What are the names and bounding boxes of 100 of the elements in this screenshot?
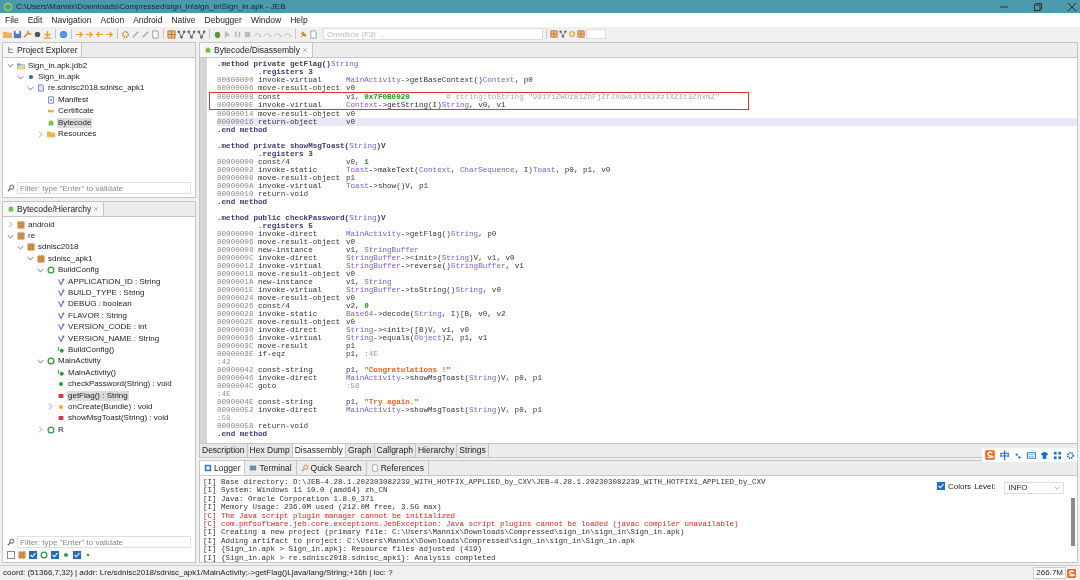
tree-item[interactable]: Bytecode xyxy=(57,117,93,128)
arrow-icon[interactable] xyxy=(85,29,94,39)
ime-logo-icon[interactable] xyxy=(984,449,996,461)
tab[interactable]: Strings xyxy=(457,444,489,457)
nodes-icon[interactable] xyxy=(187,29,196,39)
tree-item[interactable]: re.sdnisc2018.sdnisc_apk1 xyxy=(47,83,146,94)
menu-item[interactable]: Window xyxy=(250,14,282,26)
tab[interactable]: Hex Dump xyxy=(247,444,293,457)
tree-item[interactable]: Certificate xyxy=(57,106,95,117)
tab[interactable]: Graph xyxy=(345,444,375,457)
filter-field[interactable]: Filter: type "Enter" to validate xyxy=(17,536,191,548)
dot-icon[interactable] xyxy=(33,29,42,39)
tab[interactable]: Disassembly xyxy=(292,444,346,457)
chevron-icon[interactable] xyxy=(37,130,44,138)
tree-item[interactable]: Sign_in.apk xyxy=(37,72,81,83)
panel-tab[interactable]: Bytecode/Hierarchy xyxy=(3,202,105,216)
ime-logo-icon[interactable] xyxy=(1066,567,1077,579)
close-icon[interactable] xyxy=(1067,1,1077,12)
grid-icon[interactable] xyxy=(1053,450,1062,460)
chevron-icon[interactable] xyxy=(7,232,14,240)
pin-icon[interactable] xyxy=(299,29,308,39)
tree-item[interactable]: VERSION_CODE : int xyxy=(67,322,148,333)
restore-icon[interactable] xyxy=(1033,1,1043,12)
close-icon[interactable] xyxy=(302,47,308,53)
tree-item[interactable]: Sign_in.apk.jdb2 xyxy=(27,60,89,71)
play-icon[interactable] xyxy=(223,29,232,39)
menu-item[interactable]: Debugger xyxy=(204,14,242,26)
arrow-icon[interactable] xyxy=(75,29,84,39)
nodes-icon[interactable] xyxy=(177,29,186,39)
input-field[interactable] xyxy=(586,29,606,39)
checkbox[interactable] xyxy=(51,551,59,559)
gear-icon[interactable] xyxy=(568,30,576,38)
chevron-icon[interactable] xyxy=(37,357,44,365)
chevron-icon[interactable] xyxy=(17,243,24,251)
chevron-icon[interactable] xyxy=(47,403,54,411)
menu-item[interactable]: Navigation xyxy=(51,14,92,26)
menu-item[interactable]: Action xyxy=(100,14,125,26)
tab[interactable]: Logger xyxy=(200,461,246,475)
checkbox[interactable] xyxy=(937,482,945,490)
pause-icon[interactable] xyxy=(233,29,242,39)
chevron-icon[interactable] xyxy=(7,221,14,229)
nodes-icon[interactable] xyxy=(559,30,567,38)
tree-item[interactable]: VERSION_NAME : String xyxy=(67,333,161,344)
punctuation-icon[interactable] xyxy=(1014,450,1023,460)
chevron-icon[interactable] xyxy=(27,84,34,92)
editor-tab[interactable]: Bytecode/Disassembly xyxy=(200,43,313,57)
tree-item[interactable]: Resources xyxy=(57,129,98,140)
filter-field[interactable]: Filter: type "Enter" to validate xyxy=(17,182,191,194)
keyboard-icon[interactable] xyxy=(1027,450,1036,460)
tab[interactable]: Description xyxy=(200,444,248,457)
menu-item[interactable]: File xyxy=(5,14,19,26)
arrow-icon[interactable] xyxy=(95,29,104,39)
checkbox[interactable] xyxy=(73,551,81,559)
tree-item[interactable]: showMsgToast(String) : void xyxy=(67,413,170,424)
checkbox[interactable] xyxy=(7,551,15,559)
tab[interactable]: Hierarchy xyxy=(415,444,458,457)
tree-item[interactable]: R xyxy=(57,424,65,435)
tree-item[interactable]: MainActivity xyxy=(57,356,102,367)
document-icon[interactable] xyxy=(151,29,160,39)
chevron-icon[interactable] xyxy=(7,62,14,70)
shirt-icon[interactable] xyxy=(1040,450,1049,460)
menu-item[interactable]: Native xyxy=(171,14,196,26)
chevron-icon[interactable] xyxy=(37,426,44,434)
tree-item[interactable]: BuildConfig() xyxy=(67,345,116,355)
nodes-icon[interactable] xyxy=(197,29,206,39)
scrollbar[interactable] xyxy=(1071,498,1075,546)
tree-item[interactable]: BuildConfig xyxy=(57,265,100,276)
level-dropdown[interactable]: INFO xyxy=(1004,482,1065,494)
menu-item[interactable]: Help xyxy=(290,14,308,26)
gear-icon[interactable] xyxy=(121,29,130,39)
tree-item[interactable]: checkPassword(String) : void xyxy=(67,379,173,390)
tree-item[interactable]: BUILD_TYPE : String xyxy=(67,288,146,299)
stop-icon[interactable] xyxy=(243,29,252,39)
tree-item[interactable]: APPLICATION_ID : String xyxy=(67,276,162,287)
input-mode[interactable]: 中 xyxy=(1000,449,1010,461)
arrow-icon[interactable] xyxy=(105,29,114,39)
tree-item[interactable]: DEBUG : boolean xyxy=(67,299,133,310)
chevron-icon[interactable] xyxy=(27,255,34,263)
settings-icon[interactable] xyxy=(1066,450,1075,460)
tree-item[interactable]: re xyxy=(27,231,37,242)
menu-item[interactable]: Android xyxy=(133,14,163,26)
tree-item[interactable]: getFlag() : String xyxy=(67,390,129,401)
tree-item[interactable]: MainActivity() xyxy=(67,367,117,378)
checkbox[interactable] xyxy=(29,551,37,559)
document-icon[interactable] xyxy=(309,29,318,39)
save-icon[interactable] xyxy=(13,29,22,39)
tree-item[interactable]: sdnisc2018 xyxy=(37,242,80,253)
panel-tab[interactable]: Project Explorer xyxy=(3,43,83,57)
chevron-icon[interactable] xyxy=(37,266,44,274)
close-icon[interactable] xyxy=(93,206,100,212)
menu-item[interactable]: Edit xyxy=(27,14,43,26)
tree-item[interactable]: onCreate(Bundle) : void xyxy=(67,401,154,412)
tab[interactable]: Callgraph xyxy=(374,444,416,457)
tree-item[interactable]: FLAVOR : String xyxy=(67,310,128,321)
globe-icon[interactable] xyxy=(59,29,68,39)
tree-item[interactable]: sdnisc_apk1 xyxy=(47,253,94,264)
tree-item[interactable]: android xyxy=(27,219,56,230)
tree-item[interactable]: Manifest xyxy=(57,94,90,105)
chevron-icon[interactable] xyxy=(17,73,24,81)
grid-icon[interactable] xyxy=(167,29,176,39)
